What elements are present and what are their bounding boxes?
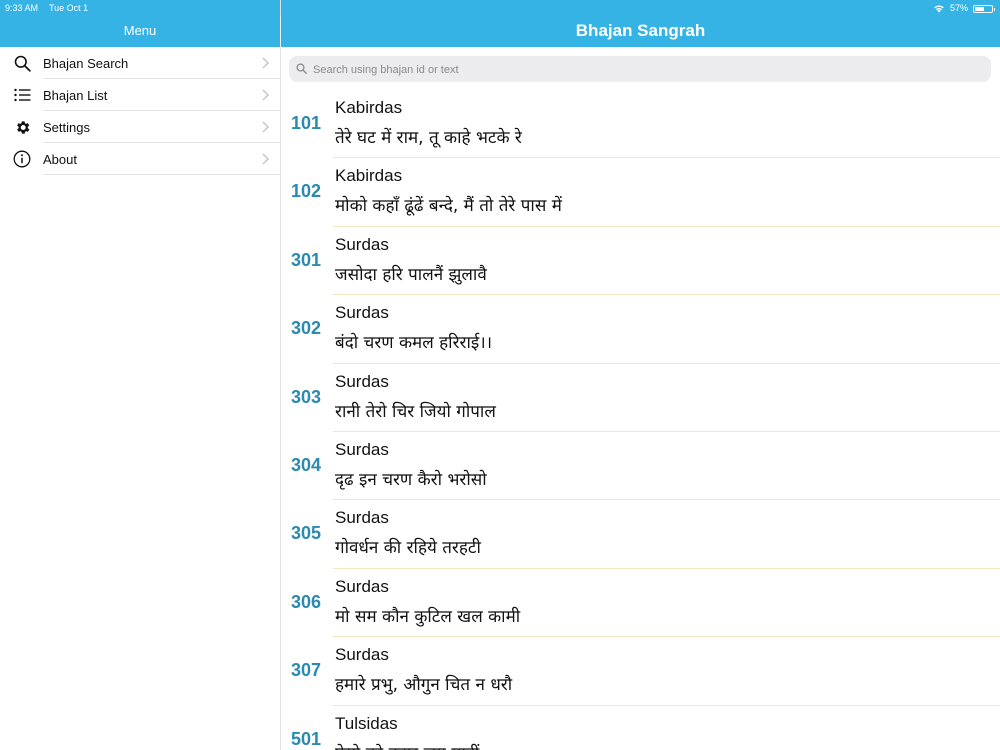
bhajan-id: 307	[291, 660, 322, 681]
status-bar: 9:33 AM Tue Oct 1 57%	[0, 0, 1000, 16]
battery-icon	[973, 4, 995, 13]
sidebar-title: Menu	[123, 23, 157, 38]
bhajan-id: 501	[291, 728, 322, 749]
gear-icon	[13, 118, 31, 136]
sidebar-item-label: Settings	[43, 119, 90, 135]
bhajan-author: Kabirdas	[335, 166, 403, 186]
search-input[interactable]	[311, 56, 985, 84]
list-icon	[13, 86, 31, 104]
battery-percent: 57%	[949, 3, 968, 13]
bhajan-id: 304	[291, 454, 322, 475]
bhajan-author: Surdas	[335, 645, 389, 665]
main-content: 101 Kabirdas तेरे घट में राम, तू काहे भट…	[281, 47, 1000, 750]
bhajan-author: Surdas	[335, 303, 389, 323]
list-item[interactable]: 302 Surdas बंदो चरण कमल हरिराई।।	[281, 295, 1000, 364]
bhajan-title: हमारे प्रभु, औगुन चित न धरौ	[335, 675, 513, 696]
bhajan-title: मोको कहाँ ढूंढें बन्दे, मैं तो तेरे पास …	[335, 196, 562, 217]
status-date: Tue Oct 1	[49, 3, 89, 13]
bhajan-author: Surdas	[335, 439, 389, 459]
bhajan-title: बंदो चरण कमल हरिराई।।	[335, 333, 493, 354]
bhajan-author: Surdas	[335, 234, 389, 254]
bhajan-author: Surdas	[335, 371, 389, 391]
sidebar-item-label: Bhajan Search	[43, 55, 129, 71]
sidebar-item-bhajan-search[interactable]: Bhajan Search	[0, 47, 280, 79]
sidebar-item-label: About	[43, 151, 77, 167]
bhajan-title: गोवर्धन की रहिये तरहटी	[335, 538, 481, 559]
bhajan-title: दृढ इन चरण कैरो भरोसो	[335, 469, 487, 490]
list-item[interactable]: 306 Surdas मो सम कौन कुटिल खल कामी	[281, 569, 1000, 638]
sidebar-item-label: Bhajan List	[43, 87, 108, 103]
bhajan-title: तेरे घट में राम, तू काहे भटके रे	[335, 128, 522, 148]
bhajan-author: Surdas	[335, 576, 389, 596]
status-time: 9:33 AM	[5, 3, 39, 13]
battery-fill	[975, 6, 985, 11]
navigation-bar: 9:33 AM Tue Oct 1 57% Menu Bhajan Sangra…	[0, 0, 1000, 47]
bhajan-list: 101 Kabirdas तेरे घट में राम, तू काहे भट…	[281, 90, 1000, 750]
search-bar[interactable]	[289, 56, 991, 84]
list-item[interactable]: 101 Kabirdas तेरे घट में राम, तू काहे भट…	[281, 90, 1000, 159]
list-item[interactable]: 307 Surdas हमारे प्रभु, औगुन चित न धरौ	[281, 637, 1000, 706]
list-item[interactable]: 102 Kabirdas मोको कहाँ ढूंढें बन्दे, मैं…	[281, 158, 1000, 228]
bhajan-author: Surdas	[335, 508, 389, 528]
sidebar-item-settings[interactable]: Settings	[0, 111, 280, 143]
info-icon	[13, 150, 31, 168]
bhajan-id: 303	[291, 386, 322, 407]
list-item[interactable]: 501 Tulsidas ऐसो को उदार जग माहीं	[281, 706, 1000, 750]
sidebar-item-bhajan-list[interactable]: Bhajan List	[0, 79, 280, 111]
bhajan-title: रानी तेरो चिर जियो गोपाल	[335, 401, 496, 422]
list-item[interactable]: 301 Surdas जसोदा हरि पालनैं झुलावै	[281, 227, 1000, 296]
chevron-right-icon	[262, 89, 269, 101]
wifi-icon	[934, 5, 944, 13]
bhajan-author: Tulsidas	[335, 713, 398, 733]
chevron-right-icon	[262, 121, 269, 133]
bhajan-id: 302	[291, 318, 322, 339]
bhajan-id: 301	[291, 249, 322, 270]
split-divider-header	[280, 16, 281, 47]
search-icon	[13, 54, 31, 72]
sidebar-item-about[interactable]: About	[0, 143, 280, 175]
bhajan-title: मो सम कौन कुटिल खल कामी	[335, 606, 521, 627]
list-item[interactable]: 303 Surdas रानी तेरो चिर जियो गोपाल	[281, 364, 1000, 433]
bhajan-id: 102	[291, 181, 322, 202]
chevron-right-icon	[262, 57, 269, 69]
status-right: 57%	[933, 1, 995, 16]
list-item[interactable]: 305 Surdas गोवर्धन की रहिये तरहटी	[281, 500, 1000, 570]
chevron-right-icon	[262, 153, 269, 165]
list-item[interactable]: 304 Surdas दृढ इन चरण कैरो भरोसो	[281, 432, 1000, 501]
bhajan-author: Kabirdas	[335, 98, 403, 117]
search-icon	[296, 63, 307, 74]
bhajan-title: ऐसो को उदार जग माहीं	[335, 741, 479, 750]
bhajan-title: जसोदा हरि पालनैं झुलावै	[335, 264, 487, 285]
bhajan-id: 306	[291, 591, 322, 612]
sidebar: Bhajan Search Bhajan List Settings About	[0, 47, 280, 750]
page-title: Bhajan Sangrah	[575, 21, 706, 40]
bhajan-id: 101	[291, 113, 322, 133]
bhajan-id: 305	[291, 523, 322, 544]
